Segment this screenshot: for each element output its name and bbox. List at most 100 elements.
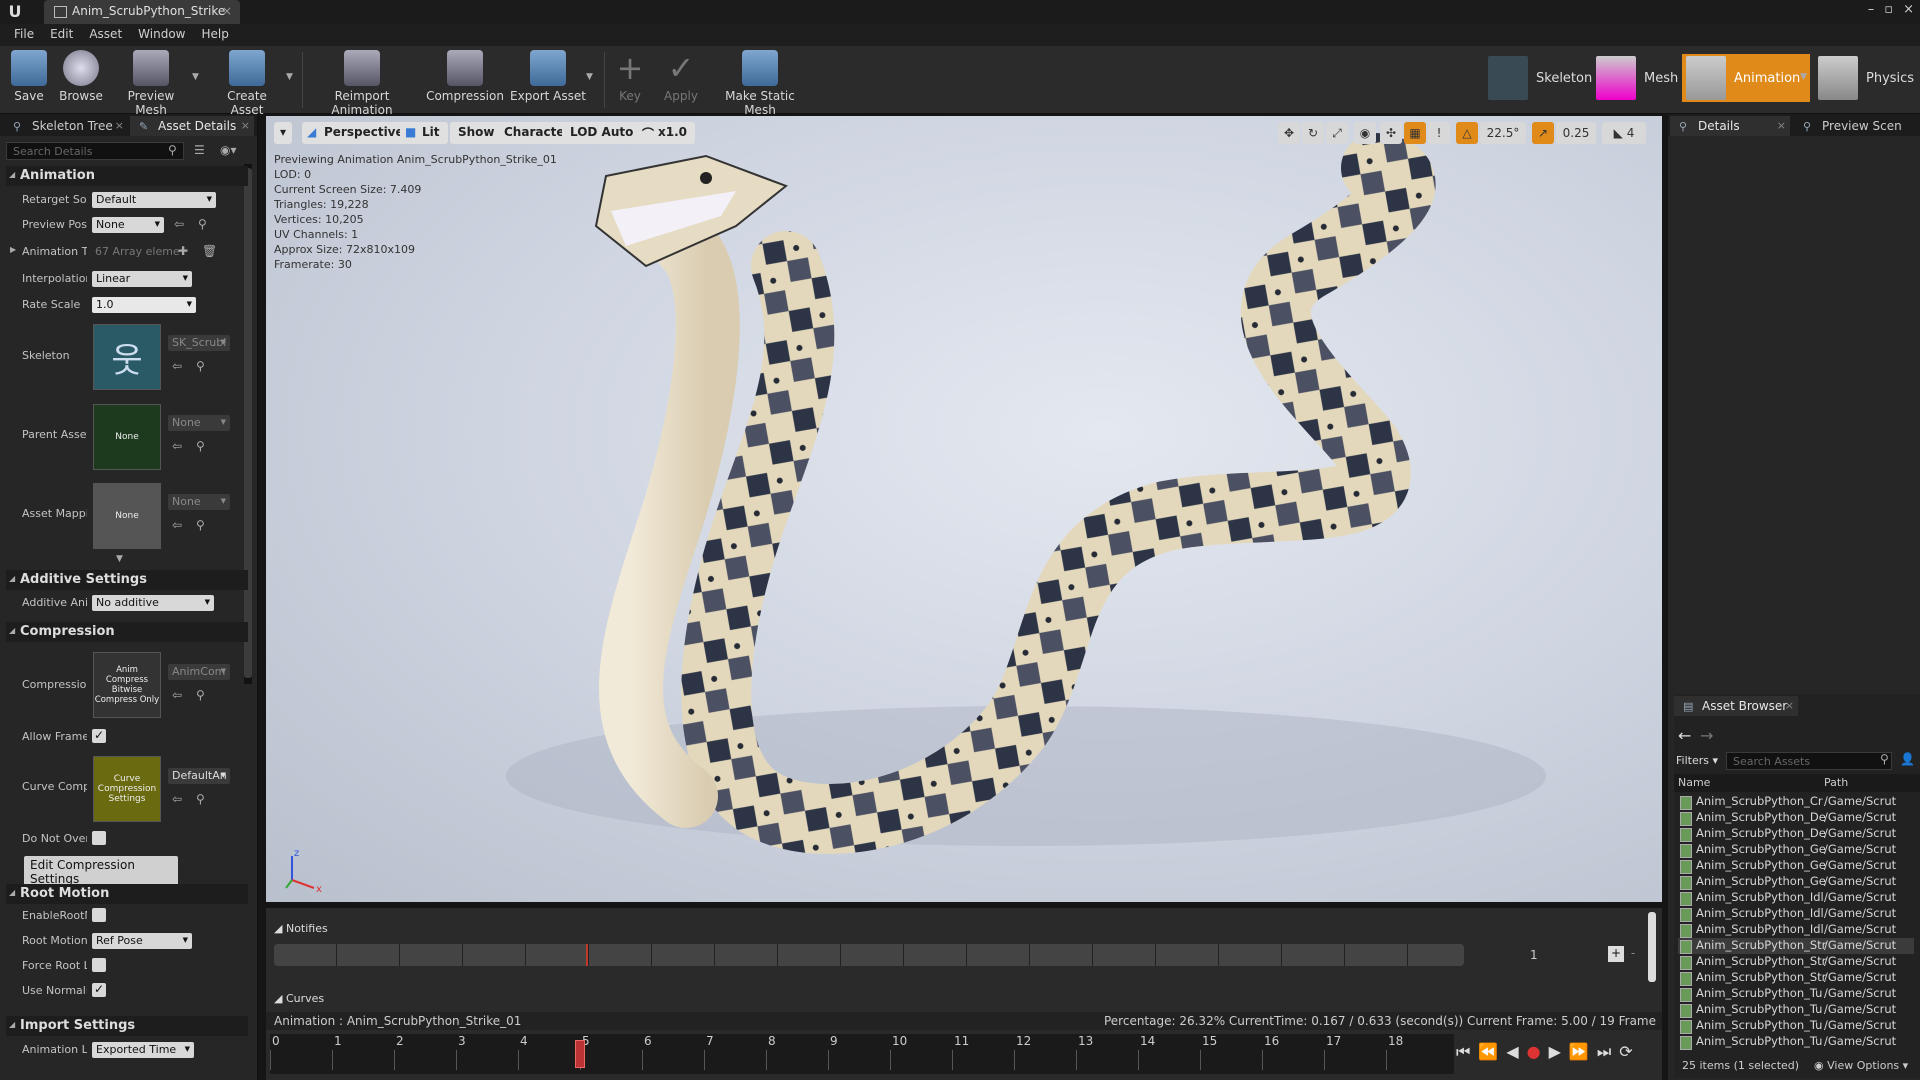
viewport-options-button[interactable]: ▾ [274,122,293,144]
asset-row[interactable]: Anim_ScrubPython_Tu/Game/Scrut [1678,1002,1914,1018]
notify-track[interactable] [274,944,1464,966]
forward-arrow-icon[interactable]: → [1700,726,1713,745]
rate-scale-input[interactable]: 1.0 [92,297,196,313]
arrow-left-icon[interactable]: ⇦ [172,439,182,453]
asset-row[interactable]: Anim_ScrubPython_Tu/Game/Scrut [1678,986,1914,1002]
skip-to-start-icon[interactable]: ⏮ [1456,1042,1470,1062]
compression-button[interactable]: Compression [424,50,506,110]
asset-row[interactable]: Anim_ScrubPython_Idl/Game/Scrut [1678,922,1914,938]
root-motion-lock-dropdown[interactable]: Ref Pose [92,933,192,949]
interpolation-dropdown[interactable]: Linear [92,271,192,287]
apply-button[interactable]: ✓ Apply [656,50,706,110]
enable-root-motion-checkbox[interactable] [92,908,106,922]
make-static-mesh-button[interactable]: Make Static Mesh [710,50,810,117]
browse-icon[interactable]: ⚲ [196,439,205,453]
viewport[interactable]: ▾ ◢ Perspective ■ Lit Show Character LOD A… [266,116,1662,902]
create-asset-dropdown-icon[interactable]: ▼ [286,72,293,82]
skeleton-thumbnail[interactable]: 웃 [93,324,161,390]
lod-button[interactable]: LOD Auto [562,122,642,144]
view-list-icon[interactable]: ☰ [194,143,205,157]
reimport-animation-button[interactable]: Reimport Animation [306,50,418,117]
close-icon[interactable]: × [1777,119,1786,132]
asset-row[interactable]: Anim_ScrubPython_Idl/Game/Scrut [1678,906,1914,922]
close-icon[interactable]: × [241,119,250,132]
expand-advanced-icon[interactable]: ▼ [116,554,123,564]
menu-edit[interactable]: Edit [42,24,81,46]
perspective-button[interactable]: ◢ Perspective [302,122,412,144]
preview-mesh-dropdown-icon[interactable]: ▼ [192,72,199,82]
curve-compression-dropdown[interactable]: DefaultAn [168,768,230,784]
allow-frame-checkbox[interactable]: ✓ [92,729,106,743]
arrow-left-icon[interactable]: ⇦ [172,359,182,373]
browse-icon[interactable]: ⚲ [196,688,205,702]
additive-anim-type-dropdown[interactable]: No additive [92,595,214,611]
asset-row-selected[interactable]: Anim_ScrubPython_Str/Game/Scrut [1678,938,1914,954]
translate-icon[interactable]: ✥ [1278,122,1300,144]
asset-row[interactable]: Anim_ScrubPython_Str/Game/Scrut [1678,954,1914,970]
search-details-input[interactable]: Search Details [6,142,184,160]
step-forward-icon[interactable]: ⏩ [1569,1042,1589,1062]
remove-track-button[interactable]: - [1626,946,1640,962]
force-root-lock-checkbox[interactable] [92,958,106,972]
mode-physics[interactable]: Physics [1818,54,1914,102]
playback-speed-button[interactable]: ⌒ x1.0 [636,122,695,144]
arrow-left-icon[interactable]: ⇦ [174,217,184,231]
browse-button[interactable]: Browse [56,50,106,110]
asset-row[interactable]: Anim_ScrubPython_Ge/Game/Scrut [1678,874,1914,890]
mode-animation[interactable]: Animation [1682,54,1811,102]
arrow-left-icon[interactable]: ⇦ [172,792,182,806]
user-icon[interactable]: 👤 [1900,752,1915,766]
preview-pose-dropdown[interactable]: None [92,217,164,233]
preview-mesh-button[interactable]: Preview Mesh [112,50,190,117]
menu-asset[interactable]: Asset [81,24,130,46]
asset-row[interactable]: Anim_ScrubPython_Idl/Game/Scrut [1678,890,1914,906]
parent-asset-thumbnail[interactable]: None [93,404,161,470]
export-asset-button[interactable]: Export Asset [510,50,586,110]
rotation-snap-icon[interactable]: △ [1456,122,1478,144]
asset-mapping-dropdown[interactable]: None [168,494,230,510]
grid-snap-icon[interactable]: ▦ [1404,122,1426,144]
section-import-settings[interactable]: Import Settings [6,1016,248,1036]
section-animation[interactable]: Animation [6,166,248,186]
menu-window[interactable]: Window [130,24,193,46]
play-reverse-icon[interactable]: ◀ [1506,1042,1518,1062]
asset-row[interactable]: Anim_ScrubPython_De/Game/Scrut [1678,826,1914,842]
asset-row[interactable]: Anim_ScrubPython_De/Game/Scrut [1678,810,1914,826]
curves-track-label[interactable]: ◢ Curves [274,992,324,1005]
step-back-icon[interactable]: ⏪ [1478,1042,1498,1062]
expand-arrow-icon[interactable]: ▶ [10,245,16,254]
eye-icon[interactable]: ◉▾ [220,143,237,157]
record-icon[interactable]: ● [1527,1042,1541,1062]
compression-dropdown[interactable]: AnimCom [168,664,230,680]
asset-row[interactable]: Anim_ScrubPython_Str/Game/Scrut [1678,970,1914,986]
scale-snap-icon[interactable]: ↗ [1532,122,1554,144]
tab-preview-scene[interactable]: ⚲ Preview Scen [1794,116,1918,136]
mode-mesh[interactable]: Mesh [1596,54,1678,102]
skip-to-end-icon[interactable]: ⏭ [1597,1042,1611,1062]
search-assets-input[interactable]: Search Assets [1726,752,1892,770]
playhead[interactable] [575,1040,585,1068]
maximize-button[interactable]: ▫ [1884,2,1893,17]
section-compression[interactable]: Compression [6,622,248,642]
arrow-left-icon[interactable]: ⇦ [172,518,182,532]
timeline-scrollbar[interactable] [1648,912,1656,982]
minimize-button[interactable]: – [1868,2,1875,17]
show-button[interactable]: Show [450,122,503,144]
scrollbar-thumb[interactable] [244,168,252,678]
section-additive-settings[interactable]: Additive Settings [6,570,248,590]
browse-icon[interactable]: ⚲ [196,518,205,532]
menu-file[interactable]: File [6,24,42,46]
browse-icon[interactable]: ⚲ [198,217,207,231]
tab-asset-browser[interactable]: ▤ Asset Browser × [1674,696,1798,716]
coordinate-system-icon[interactable]: ◉ [1354,122,1376,144]
asset-row[interactable]: Anim_ScrubPython_Cr/Game/Scrut [1678,794,1914,810]
do-not-override-checkbox[interactable] [92,831,106,845]
back-arrow-icon[interactable]: ← [1678,726,1691,745]
column-name[interactable]: Name [1678,776,1710,789]
add-track-button[interactable]: + [1608,946,1624,962]
close-icon[interactable]: × [115,119,124,132]
skeleton-dropdown[interactable]: SK_Scrubl [168,335,230,351]
tab-asset-details[interactable]: ✎ Asset Details × [130,116,254,136]
key-button[interactable]: + Key [610,50,650,110]
rotate-icon[interactable]: ↻ [1302,122,1324,144]
